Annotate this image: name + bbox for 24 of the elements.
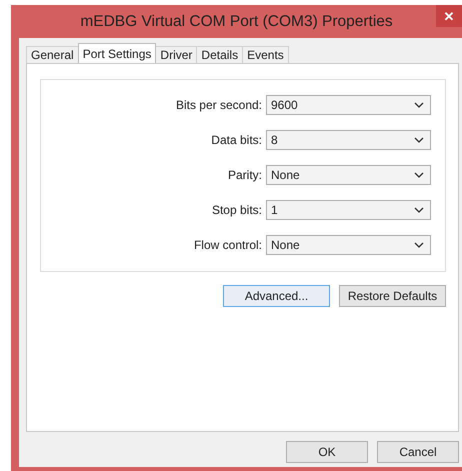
dialog-button[interactable]: OK [286, 441, 368, 463]
field-label: Data bits: [211, 132, 262, 146]
field-label: Stop bits: [212, 202, 262, 216]
tab[interactable]: General [26, 46, 79, 63]
dropdown[interactable]: 1 [266, 200, 431, 220]
dialog-button[interactable]: Advanced... [223, 285, 330, 307]
close-button[interactable]: ✕ [436, 5, 462, 27]
dropdown[interactable]: None [266, 234, 431, 254]
caret-icon [414, 136, 424, 142]
tab[interactable]: Port Settings [78, 43, 156, 63]
field-label: Bits per second: [176, 98, 262, 112]
caret-icon [414, 242, 424, 248]
caret-icon [414, 172, 424, 178]
caret-icon [414, 102, 424, 108]
dropdown[interactable]: 8 [266, 130, 431, 150]
dialog-button[interactable]: Restore Defaults [339, 285, 446, 307]
dropdown[interactable]: None [266, 164, 431, 184]
field-label: Flow control: [194, 238, 262, 252]
caret-icon [414, 206, 424, 212]
dialog-button[interactable]: Cancel [377, 441, 459, 463]
dropdown[interactable]: 9600 [266, 94, 431, 114]
window-title: mEDBG Virtual COM Port (COM3) Properties [79, 13, 394, 31]
tab[interactable]: Events [242, 46, 289, 63]
field-label: Parity: [228, 168, 262, 182]
